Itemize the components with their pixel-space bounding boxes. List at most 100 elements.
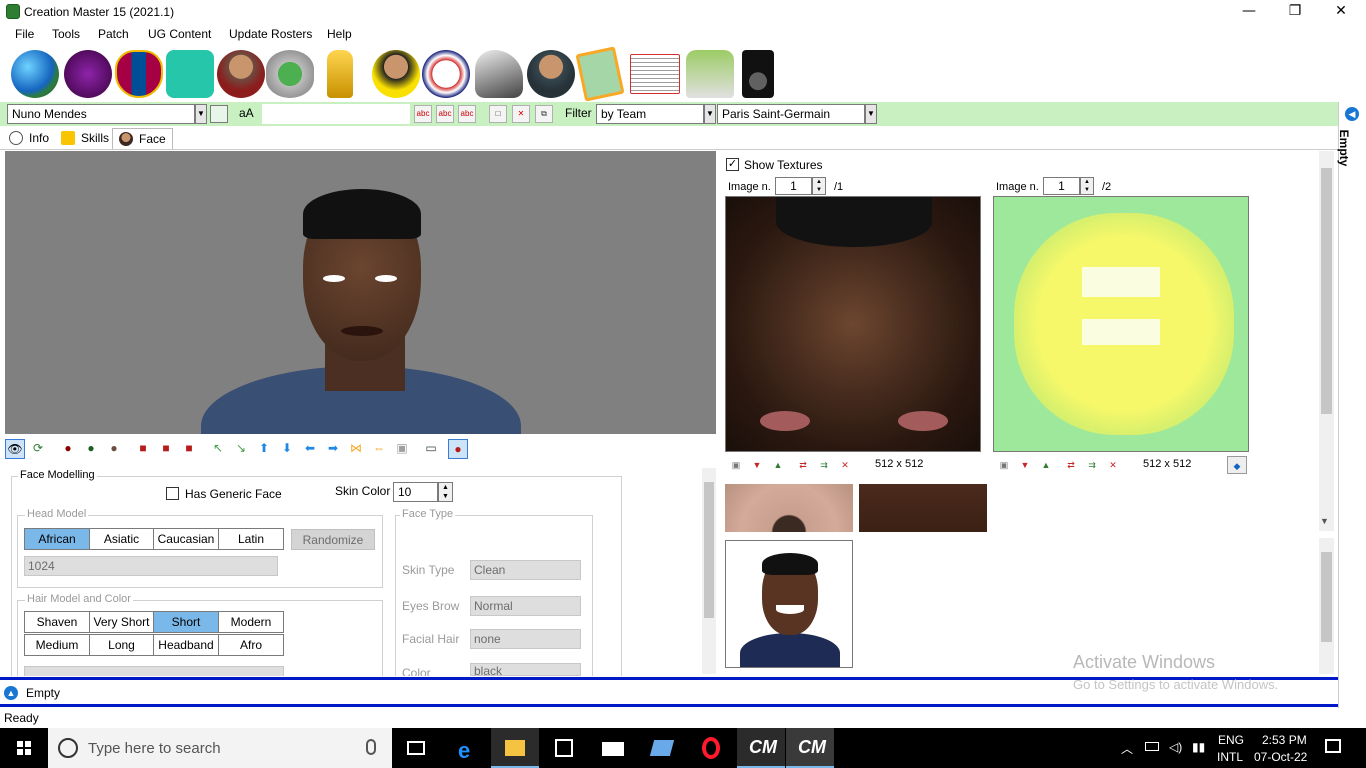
tex2-save-icon[interactable]: ▣ <box>995 456 1013 474</box>
taskbar-app-blue[interactable] <box>638 728 686 768</box>
tex2-import-icon[interactable]: ▼ <box>1016 456 1034 474</box>
player-icon[interactable] <box>217 50 265 98</box>
menu-update-rosters[interactable]: Update Rosters <box>229 27 312 41</box>
head-back-icon[interactable]: ● <box>104 439 124 459</box>
copy-icon[interactable]: ⧉ <box>535 105 553 123</box>
hair-shaven-option[interactable]: Shaven <box>24 611 90 633</box>
taskbar-creation-master-2[interactable]: CM <box>786 728 834 768</box>
referee-icon[interactable] <box>372 50 420 98</box>
skin-color-spinner[interactable]: ▲ ▼ <box>438 482 453 502</box>
face-panel-scroll-thumb[interactable] <box>704 482 714 618</box>
expand-left-icon[interactable]: ◀ <box>1345 107 1359 121</box>
hair-short-option[interactable]: Short <box>153 611 219 633</box>
right-collapsible-panel[interactable] <box>1338 102 1366 708</box>
chevron-down-icon[interactable]: ▼ <box>704 104 716 124</box>
head-id-combo[interactable]: 1024 <box>24 556 278 576</box>
tex1-index-input[interactable]: 1 <box>775 177 812 195</box>
camera-icon[interactable]: ▭ <box>421 439 441 459</box>
clock-time[interactable]: 2:53 PM <box>1262 733 1307 747</box>
face-3d-viewport[interactable] <box>5 151 716 434</box>
zoom-out-icon[interactable]: ⇔ <box>369 439 389 459</box>
close-button[interactable]: ✕ <box>1318 0 1364 24</box>
arrow-left-icon[interactable]: ⬅ <box>300 439 320 459</box>
tab-skills[interactable]: Skills <box>55 128 115 149</box>
premier-league-icon[interactable] <box>64 50 112 98</box>
hair-afro-option[interactable]: Afro <box>218 634 284 656</box>
tex1-remove-icon[interactable]: ✕ <box>836 456 854 474</box>
search-input[interactable] <box>262 104 410 124</box>
rotate-down-right-icon[interactable]: ↘ <box>231 439 251 459</box>
ball-icon[interactable] <box>422 50 470 98</box>
tab-info[interactable]: Info <box>3 128 55 149</box>
lang-primary[interactable]: ENG <box>1218 733 1244 747</box>
color-combo[interactable]: black <box>470 663 581 676</box>
abc-middle-icon[interactable]: abc <box>436 105 454 123</box>
facial-hair-combo[interactable]: none <box>470 629 581 649</box>
skin-color-input[interactable]: 10 <box>393 482 438 502</box>
kit-icon[interactable] <box>166 50 214 98</box>
generic-face-checkbox[interactable] <box>166 487 179 500</box>
refresh-icon[interactable] <box>210 105 228 123</box>
tex2-index-input[interactable]: 1 <box>1043 177 1080 195</box>
hair-long-option[interactable]: Long <box>89 634 154 656</box>
tex2-remove-icon[interactable]: ✕ <box>1104 456 1122 474</box>
taskbar-store[interactable] <box>540 728 588 768</box>
hair-medium-option[interactable]: Medium <box>24 634 90 656</box>
rotate-up-left-icon[interactable]: ↖ <box>208 439 228 459</box>
hair-headband-option[interactable]: Headband <box>153 634 219 656</box>
chevron-down-icon[interactable]: ▼ <box>195 104 207 124</box>
maximize-button[interactable]: ❐ <box>1272 0 1318 24</box>
task-view-button[interactable] <box>392 728 440 768</box>
clock-date[interactable]: 07-Oct-22 <box>1254 750 1307 764</box>
notifications-icon[interactable] <box>1325 739 1341 753</box>
expand-up-icon[interactable]: ▲ <box>4 686 18 700</box>
newspaper-icon[interactable] <box>630 54 680 94</box>
trophy-icon[interactable] <box>327 50 353 98</box>
taskbar-creation-master-1[interactable]: CM <box>737 728 785 768</box>
face-texture-image[interactable] <box>725 196 981 452</box>
menu-patch[interactable]: Patch <box>98 27 129 41</box>
delete-icon[interactable]: ✕ <box>512 105 530 123</box>
hair-modern-option[interactable]: Modern <box>218 611 284 633</box>
network-icon[interactable]: ▮▮ <box>1192 740 1205 754</box>
hair-very-short-option[interactable]: Very Short <box>89 611 154 633</box>
head-caucasian-option[interactable]: Caucasian <box>153 528 219 550</box>
mouth-texture-thumb[interactable] <box>725 484 853 532</box>
menu-file[interactable]: File <box>15 27 34 41</box>
tex1-copy-icon[interactable]: ⇉ <box>815 456 833 474</box>
arrow-right-icon[interactable]: ➡ <box>323 439 343 459</box>
abc-first-icon[interactable]: abc <box>414 105 432 123</box>
player-name-combo[interactable]: Nuno Mendes <box>7 104 195 124</box>
eyes-brow-combo[interactable]: Normal <box>470 596 581 616</box>
tab-face[interactable]: Face <box>112 128 173 149</box>
microphone-icon[interactable] <box>366 739 376 755</box>
club-crest-icon[interactable] <box>115 50 163 98</box>
tray-chevron-up-icon[interactable]: ︿ <box>1121 740 1133 757</box>
head-asiatic-option[interactable]: Asiatic <box>89 528 154 550</box>
tex2-export-icon[interactable]: ▲ <box>1037 456 1055 474</box>
skin-type-combo[interactable]: Clean <box>470 560 581 580</box>
skin-texture-thumb[interactable] <box>859 484 987 532</box>
tex1-import-icon[interactable]: ▼ <box>748 456 766 474</box>
taskbar-mail[interactable] <box>589 728 637 768</box>
taskbar-edge[interactable]: e <box>444 728 492 768</box>
export-head-icon[interactable]: ● <box>448 439 468 459</box>
taskbar-file-explorer[interactable] <box>491 728 539 768</box>
player-photo-image[interactable] <box>725 540 853 668</box>
hair-id-combo[interactable] <box>24 666 284 676</box>
save-icon[interactable]: ▣ <box>392 439 412 459</box>
menu-help[interactable]: Help <box>327 27 352 41</box>
font-toggle[interactable]: aA <box>239 106 254 120</box>
shirt-back-icon[interactable]: ■ <box>179 439 199 459</box>
show-textures-checkbox[interactable]: ✓ <box>726 158 739 171</box>
shirt-front-icon[interactable]: ■ <box>133 439 153 459</box>
textures-lower-scroll-thumb[interactable] <box>1321 552 1332 642</box>
arrow-up-icon[interactable]: ⬆ <box>254 439 274 459</box>
start-button[interactable] <box>0 728 48 768</box>
menu-tools[interactable]: Tools <box>52 27 80 41</box>
randomize-button[interactable]: Randomize <box>291 529 375 550</box>
globe-icon[interactable] <box>11 50 59 98</box>
menu-ug-content[interactable]: UG Content <box>148 27 211 41</box>
tex1-index-spinner[interactable]: ▲ ▼ <box>812 177 826 195</box>
color-wheel-icon[interactable]: ◆ <box>1227 456 1247 474</box>
